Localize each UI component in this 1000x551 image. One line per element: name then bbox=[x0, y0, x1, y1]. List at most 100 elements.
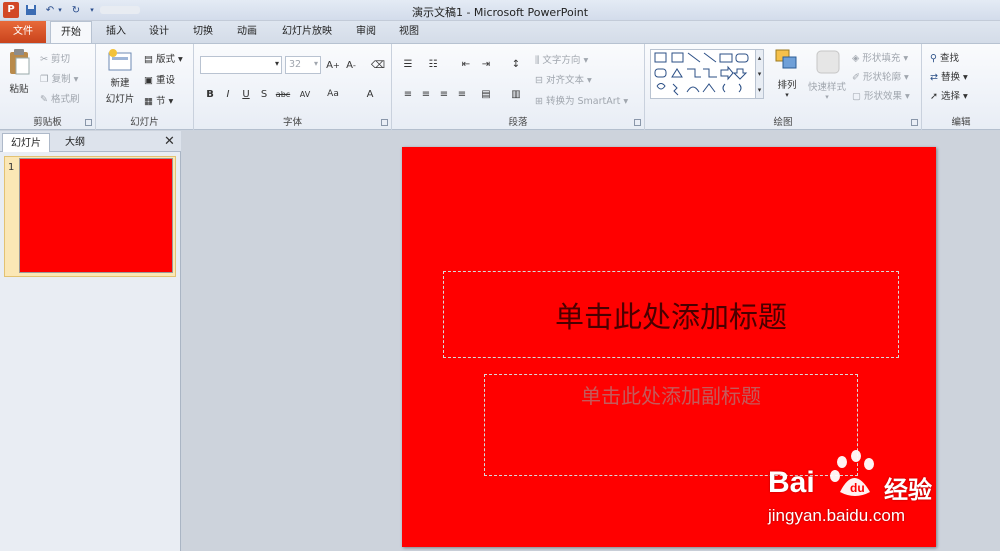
replace-icon: ⇄ bbox=[930, 72, 938, 83]
find-button[interactable]: ⚲ 查找 bbox=[930, 50, 959, 64]
drawing-group: ▴ ▾ ▾ 排列 ▾ 快速样式 ▾ ◈ 形状填充 ▾ ✐ 形状轮廓 ▾ ▢ 形状效果… bbox=[645, 44, 922, 130]
clipboard-launcher-icon[interactable] bbox=[85, 119, 92, 126]
shape-fill-button[interactable]: ◈ 形状填充 ▾ bbox=[852, 50, 908, 64]
italic-icon[interactable]: I bbox=[220, 86, 236, 102]
shape-effects-button[interactable]: ▢ 形状效果 ▾ bbox=[852, 88, 910, 102]
align-right-icon[interactable]: ≡ bbox=[436, 86, 452, 102]
select-button[interactable]: ➚ 选择 ▾ bbox=[930, 88, 968, 102]
new-slide-label: 新建 bbox=[110, 78, 130, 89]
title-placeholder[interactable]: 单击此处添加标题 bbox=[443, 271, 899, 358]
text-direction-icon: ⫼ bbox=[535, 55, 540, 66]
brush-icon: ✎ bbox=[40, 94, 48, 105]
tab-home[interactable]: 开始 bbox=[50, 21, 92, 44]
strikethrough-icon[interactable]: abc bbox=[275, 86, 291, 102]
cut-label: 剪切 bbox=[51, 54, 71, 65]
section-button[interactable]: ▦ 节 ▾ bbox=[144, 93, 173, 107]
bold-icon[interactable]: B bbox=[202, 86, 218, 102]
tab-outline[interactable]: 大纲 bbox=[52, 133, 98, 152]
shapes-scroll[interactable]: ▴ ▾ ▾ bbox=[755, 49, 764, 99]
align-center-icon[interactable]: ≡ bbox=[418, 86, 434, 102]
layout-button[interactable]: ▤ 版式 ▾ bbox=[144, 51, 183, 65]
editing-group-label: 编辑 bbox=[951, 117, 971, 128]
drawing-group-label: 绘图 bbox=[773, 117, 793, 128]
replace-button[interactable]: ⇄ 替换 ▾ bbox=[930, 69, 968, 83]
paste-button[interactable]: 粘贴 bbox=[4, 48, 34, 100]
shape-fill-label: 形状填充 bbox=[862, 53, 901, 64]
layout-label: 版式 bbox=[156, 54, 176, 65]
align-left-icon[interactable]: ≡ bbox=[400, 86, 416, 102]
change-case-icon[interactable]: Aa bbox=[325, 86, 341, 102]
convert-smartart-button[interactable]: ⊞ 转换为 SmartArt ▾ bbox=[535, 93, 628, 107]
font-size-combobox[interactable]: 32 ▾ bbox=[285, 56, 321, 74]
drawing-launcher-icon[interactable] bbox=[911, 119, 918, 126]
baidu-jingyan-text: 经验 bbox=[884, 476, 932, 504]
replace-label: 替换 bbox=[941, 72, 961, 83]
tab-file[interactable]: 文件 bbox=[0, 21, 46, 43]
tab-transitions[interactable]: 切换 bbox=[182, 21, 224, 43]
copy-button[interactable]: ❐ 复制 ▾ bbox=[40, 71, 78, 85]
cut-button[interactable]: ✂ 剪切 bbox=[40, 51, 70, 65]
tab-slideshow[interactable]: 幻灯片放映 bbox=[270, 21, 344, 43]
shrink-font-icon[interactable]: A- bbox=[343, 57, 359, 73]
font-color-icon[interactable]: A bbox=[362, 86, 378, 102]
grow-font-icon[interactable]: A + bbox=[325, 57, 341, 73]
paragraph-launcher-icon[interactable] bbox=[634, 119, 641, 126]
clipboard-group: 粘贴 ✂ 剪切 ❐ 复制 ▾ ✎ 格式刷 剪贴板 bbox=[0, 44, 96, 130]
baidu-watermark: Bai du 经验 jingyan.baidu.com bbox=[760, 440, 1000, 540]
decrease-indent-icon[interactable]: ⇤ bbox=[458, 56, 474, 72]
binoculars-icon: ⚲ bbox=[930, 53, 937, 64]
arrange-button[interactable]: 排列 ▾ bbox=[769, 48, 805, 99]
slide-thumbnail[interactable] bbox=[19, 158, 173, 273]
tab-insert[interactable]: 插入 bbox=[96, 21, 136, 43]
font-group: ▾ 32 ▾ A + A- ⌫ B I U S abc AV Aa A 字体 bbox=[194, 44, 392, 130]
numbering-icon[interactable]: ☷ bbox=[425, 56, 441, 72]
copy-icon: ❐ bbox=[40, 74, 49, 85]
paragraph-group: ☰ ☷ ⇤ ⇥ ↕ ≡ ≡ ≡ ≡ ▤ ▥ ⫼ 文字方向 ▾ ⊟ 对齐文本 ▾ … bbox=[392, 44, 645, 130]
section-icon: ▦ bbox=[144, 96, 153, 107]
tab-review[interactable]: 审阅 bbox=[346, 21, 386, 43]
line-spacing-icon[interactable]: ↕ bbox=[508, 56, 524, 72]
text-direction-button[interactable]: ⫼ 文字方向 ▾ bbox=[535, 52, 588, 66]
columns-icon[interactable]: ▥ bbox=[508, 86, 524, 102]
align-text-label: 对齐文本 bbox=[546, 75, 585, 86]
align-text-button[interactable]: ⊟ 对齐文本 ▾ bbox=[535, 72, 592, 86]
layout-icon: ▤ bbox=[144, 54, 153, 65]
arrange-label: 排列 bbox=[777, 80, 797, 91]
shape-outline-button[interactable]: ✐ 形状轮廓 ▾ bbox=[852, 69, 909, 83]
increase-indent-icon[interactable]: ⇥ bbox=[478, 56, 494, 72]
distributed-icon[interactable]: ▤ bbox=[478, 86, 494, 102]
title-bar: P ↶ ▾ ↻ ▾ 演示文稿1 - Microsoft PowerPoint bbox=[0, 0, 1000, 21]
char-spacing-icon[interactable]: AV bbox=[297, 86, 313, 102]
cursor-icon: ➚ bbox=[930, 91, 938, 102]
justify-icon[interactable]: ≡ bbox=[454, 86, 470, 102]
slide-number: 1 bbox=[8, 162, 15, 173]
tab-view[interactable]: 视图 bbox=[389, 21, 429, 43]
font-name-combobox[interactable]: ▾ bbox=[200, 56, 282, 74]
bullets-icon[interactable]: ☰ bbox=[400, 56, 416, 72]
window-title: 演示文稿1 - Microsoft PowerPoint bbox=[411, 6, 589, 19]
reset-button[interactable]: ▣ 重设 bbox=[144, 72, 175, 86]
clear-formatting-icon[interactable]: ⌫ bbox=[370, 57, 386, 73]
font-launcher-icon[interactable] bbox=[381, 119, 388, 126]
tab-design[interactable]: 设计 bbox=[139, 21, 179, 43]
baidu-url-text: jingyan.baidu.com bbox=[768, 506, 906, 525]
format-painter-button[interactable]: ✎ 格式刷 bbox=[40, 91, 80, 105]
reset-icon: ▣ bbox=[144, 75, 153, 86]
reset-label: 重设 bbox=[156, 75, 176, 86]
editing-group: ⚲ 查找 ⇄ 替换 ▾ ➚ 选择 ▾ 编辑 bbox=[922, 44, 1000, 130]
quick-styles-button[interactable]: 快速样式 ▾ bbox=[805, 48, 849, 101]
tab-slides[interactable]: 幻灯片 bbox=[2, 133, 50, 152]
underline-icon[interactable]: U bbox=[238, 86, 254, 102]
convert-smartart-label: 转换为 SmartArt bbox=[546, 96, 621, 107]
ribbon: 粘贴 ✂ 剪切 ❐ 复制 ▾ ✎ 格式刷 剪贴板 新建 幻灯片 ▤ 版式 ▾ ▣… bbox=[0, 43, 1000, 130]
shadow-icon[interactable]: S bbox=[256, 86, 272, 102]
shapes-gallery[interactable] bbox=[650, 49, 762, 99]
tab-animations[interactable]: 动画 bbox=[226, 21, 268, 43]
scissors-icon: ✂ bbox=[40, 54, 48, 65]
chevron-down-icon: ▾ bbox=[313, 59, 318, 68]
new-slide-button[interactable]: 新建 幻灯片 bbox=[102, 48, 138, 105]
shape-effects-label: 形状效果 bbox=[864, 91, 903, 102]
pen-icon: ✐ bbox=[852, 72, 860, 83]
close-icon[interactable]: ✕ bbox=[164, 134, 175, 149]
smartart-icon: ⊞ bbox=[535, 96, 543, 107]
